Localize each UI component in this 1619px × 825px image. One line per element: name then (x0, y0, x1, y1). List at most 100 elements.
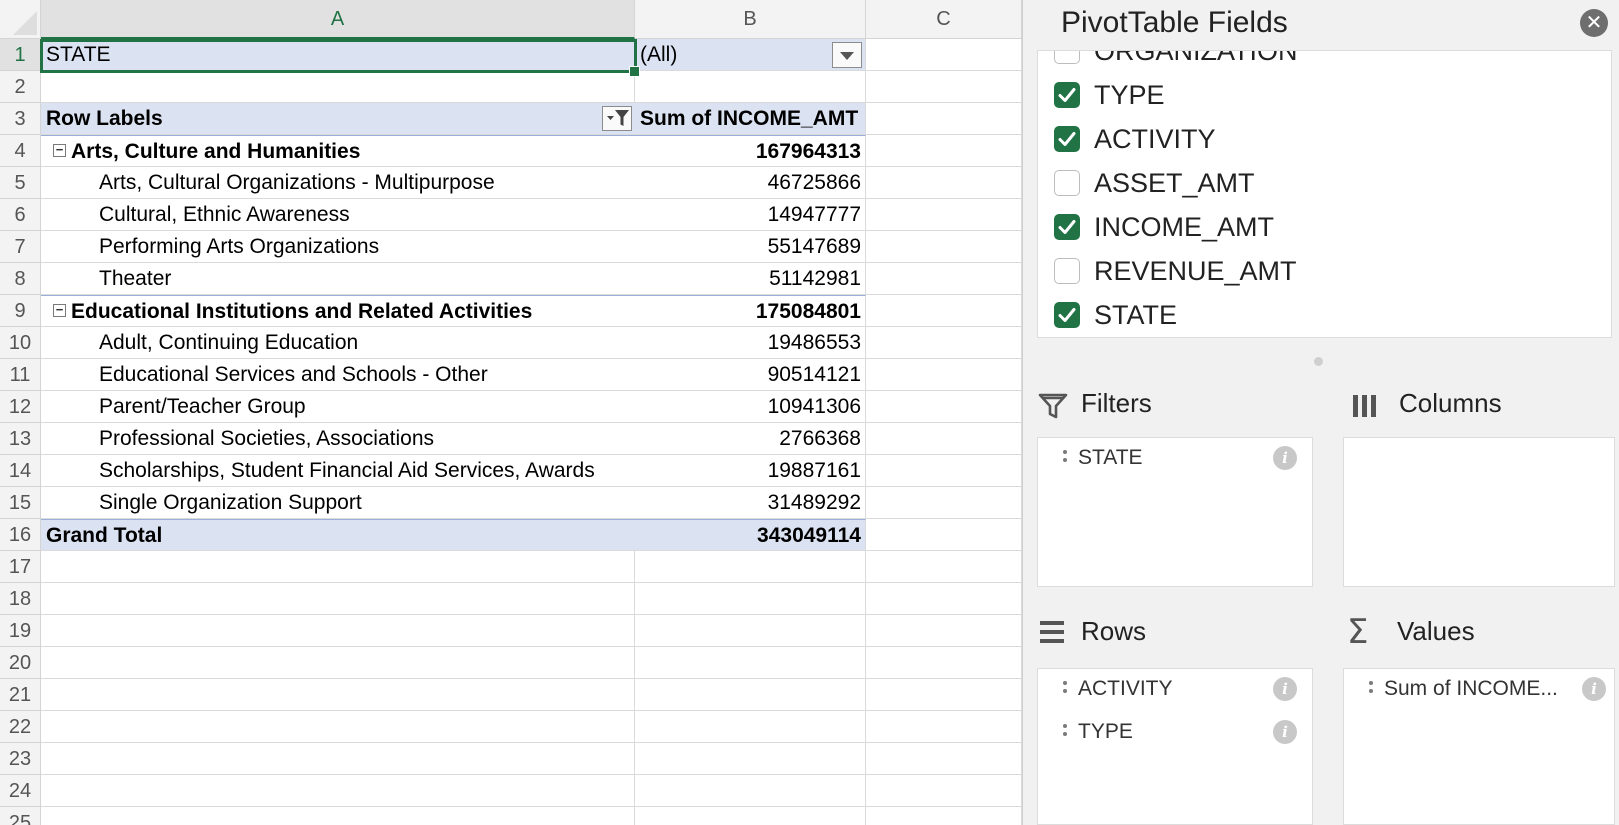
empty-cell[interactable] (866, 327, 1022, 359)
empty-cell[interactable] (866, 39, 1022, 71)
item-row-label[interactable]: Arts, Cultural Organizations - Multipurp… (41, 167, 635, 199)
empty-cell[interactable] (41, 71, 635, 103)
row-number[interactable]: 7 (0, 231, 41, 263)
filters-field-chip[interactable]: STATE i (1038, 438, 1312, 478)
empty-cell[interactable] (41, 743, 635, 775)
empty-cell[interactable] (635, 647, 866, 679)
empty-cell[interactable] (866, 391, 1022, 423)
empty-cell[interactable] (866, 71, 1022, 103)
item-value[interactable]: 51142981 (635, 263, 866, 295)
row-number[interactable]: 11 (0, 359, 41, 391)
empty-cell[interactable] (41, 775, 635, 807)
empty-cell[interactable] (41, 711, 635, 743)
field-item[interactable]: STATE (1054, 294, 1594, 334)
group-total-value[interactable]: 167964313 (635, 135, 866, 167)
field-item[interactable]: ACTIVITY (1054, 118, 1594, 158)
empty-cell[interactable] (866, 807, 1022, 825)
group-total-value[interactable]: 175084801 (635, 295, 866, 327)
column-header-b[interactable]: B (635, 0, 866, 39)
row-number[interactable]: 4 (0, 135, 41, 167)
item-value[interactable]: 55147689 (635, 231, 866, 263)
values-drop-area[interactable]: Sum of INCOME... i (1343, 668, 1615, 825)
empty-cell[interactable] (866, 583, 1022, 615)
item-row-label[interactable]: Performing Arts Organizations (41, 231, 635, 263)
empty-cell[interactable] (41, 679, 635, 711)
row-number[interactable]: 10 (0, 327, 41, 359)
field-item[interactable]: ASSET_AMT (1054, 162, 1594, 202)
row-number[interactable]: 20 (0, 647, 41, 679)
spreadsheet-grid[interactable]: A B C 1 STATE (All) 2 3 Row Labels Sum of INCO… (0, 0, 1022, 825)
item-row-label[interactable]: Theater (41, 263, 635, 295)
info-icon[interactable]: i (1273, 677, 1297, 701)
field-checkbox[interactable] (1054, 302, 1080, 328)
report-filter-field-cell[interactable]: STATE (41, 39, 635, 71)
item-value[interactable]: 19486553 (635, 327, 866, 359)
row-number[interactable]: 1 (0, 39, 41, 71)
column-header-a[interactable]: A (41, 0, 635, 39)
drag-handle-icon[interactable] (1063, 450, 1067, 466)
empty-cell[interactable] (866, 359, 1022, 391)
row-number[interactable]: 8 (0, 263, 41, 295)
row-number[interactable]: 23 (0, 743, 41, 775)
filters-drop-area[interactable]: STATE i (1037, 437, 1313, 587)
empty-cell[interactable] (866, 263, 1022, 295)
collapse-button[interactable]: − (53, 303, 66, 317)
pane-splitter-handle[interactable] (1314, 357, 1323, 366)
item-value[interactable]: 90514121 (635, 359, 866, 391)
empty-cell[interactable] (635, 583, 866, 615)
empty-cell[interactable] (866, 167, 1022, 199)
empty-cell[interactable] (866, 711, 1022, 743)
row-number[interactable]: 3 (0, 103, 41, 135)
row-number[interactable]: 17 (0, 551, 41, 583)
info-icon[interactable]: i (1273, 446, 1297, 470)
item-row-label[interactable]: Single Organization Support (41, 487, 635, 519)
empty-cell[interactable] (866, 679, 1022, 711)
row-number[interactable]: 24 (0, 775, 41, 807)
empty-cell[interactable] (866, 455, 1022, 487)
field-checkbox[interactable] (1054, 51, 1080, 64)
empty-cell[interactable] (866, 551, 1022, 583)
empty-cell[interactable] (866, 199, 1022, 231)
empty-cell[interactable] (635, 743, 866, 775)
empty-cell[interactable] (635, 775, 866, 807)
empty-cell[interactable] (41, 551, 635, 583)
collapse-button[interactable]: − (53, 143, 66, 157)
grand-total-label[interactable]: Grand Total (41, 519, 635, 551)
empty-cell[interactable] (866, 519, 1022, 551)
field-checkbox[interactable] (1054, 170, 1080, 196)
row-number[interactable]: 9 (0, 295, 41, 327)
row-number[interactable]: 5 (0, 167, 41, 199)
rows-field-chip[interactable]: ACTIVITY i (1038, 669, 1312, 709)
field-item[interactable]: INCOME_AMT (1054, 206, 1594, 246)
item-row-label[interactable]: Parent/Teacher Group (41, 391, 635, 423)
values-field-chip[interactable]: Sum of INCOME... i (1344, 669, 1614, 709)
empty-cell[interactable] (866, 103, 1022, 135)
empty-cell[interactable] (635, 551, 866, 583)
close-pane-button[interactable]: ✕ (1580, 9, 1608, 37)
empty-cell[interactable] (635, 679, 866, 711)
row-number[interactable]: 2 (0, 71, 41, 103)
info-icon[interactable]: i (1273, 720, 1297, 744)
row-labels-filter-button[interactable] (602, 106, 632, 131)
filter-dropdown-button[interactable] (832, 42, 862, 68)
fill-handle[interactable] (629, 66, 640, 77)
empty-cell[interactable] (41, 647, 635, 679)
field-checkbox[interactable] (1054, 214, 1080, 240)
row-number[interactable]: 12 (0, 391, 41, 423)
field-list[interactable]: ORGANIZATION TYPE ACTIVITY ASSET_AMT INCOME_… (1037, 50, 1612, 338)
item-row-label[interactable]: Scholarships, Student Financial Aid Serv… (41, 455, 635, 487)
field-item[interactable]: REVENUE_AMT (1054, 250, 1594, 290)
column-header-c[interactable]: C (866, 0, 1022, 39)
item-value[interactable]: 10941306 (635, 391, 866, 423)
empty-cell[interactable] (41, 807, 635, 825)
empty-cell[interactable] (866, 295, 1022, 327)
row-number[interactable]: 13 (0, 423, 41, 455)
item-value[interactable]: 2766368 (635, 423, 866, 455)
row-number[interactable]: 18 (0, 583, 41, 615)
columns-drop-area[interactable] (1343, 437, 1615, 587)
row-number[interactable]: 14 (0, 455, 41, 487)
row-number[interactable]: 21 (0, 679, 41, 711)
row-number[interactable]: 15 (0, 487, 41, 519)
select-all-corner[interactable] (0, 0, 41, 39)
item-row-label[interactable]: Cultural, Ethnic Awareness (41, 199, 635, 231)
